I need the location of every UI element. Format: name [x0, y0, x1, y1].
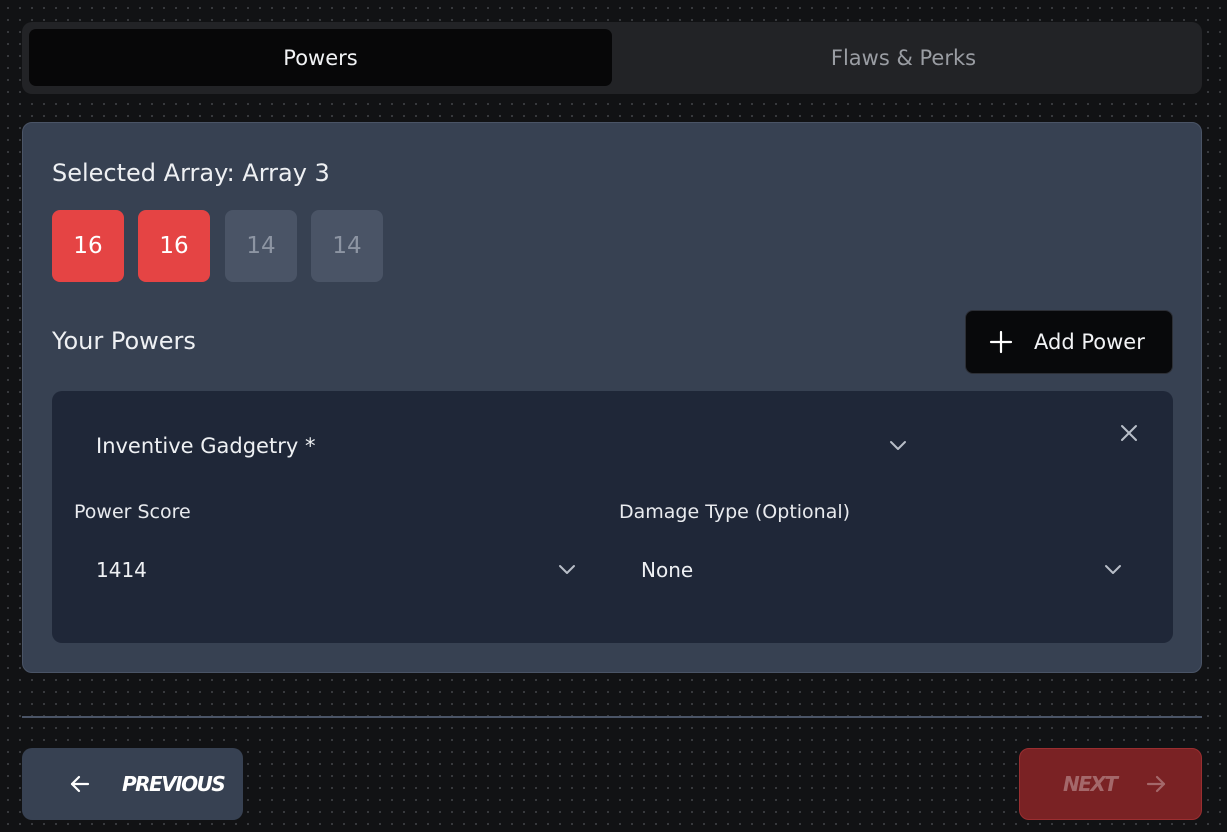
chevron-down-icon	[559, 565, 575, 574]
array-score-chip[interactable]: 14	[311, 210, 383, 282]
power-score-label: Power Score	[74, 501, 191, 523]
damage-type-label: Damage Type (Optional)	[619, 501, 851, 523]
damage-type-select[interactable]: None	[619, 541, 1146, 599]
previous-label: Previous	[122, 772, 226, 796]
damage-type-value: None	[641, 558, 694, 582]
arrow-left-icon	[70, 775, 90, 793]
power-name: Inventive Gadgetry *	[96, 434, 316, 458]
powers-panel: Selected Array: Array 3 16 16 14 14 Your…	[22, 122, 1202, 673]
next-label: Next	[1063, 772, 1118, 796]
next-button[interactable]: Next	[1019, 748, 1202, 820]
your-powers-heading: Your Powers	[52, 327, 196, 355]
power-select[interactable]: Inventive Gadgetry *	[74, 417, 919, 475]
power-score-select[interactable]: 1414	[74, 541, 584, 599]
chevron-down-icon	[1105, 565, 1121, 574]
tab-powers[interactable]: Powers	[29, 29, 612, 86]
power-score-value: 1414	[96, 558, 147, 582]
add-power-label: Add Power	[1034, 330, 1145, 354]
footer-divider	[22, 716, 1202, 718]
add-power-button[interactable]: Add Power	[965, 310, 1173, 374]
plus-icon	[989, 330, 1013, 354]
array-score-chip[interactable]: 14	[225, 210, 297, 282]
previous-button[interactable]: Previous	[22, 748, 243, 820]
array-score-chip[interactable]: 16	[138, 210, 210, 282]
tab-flaws-perks[interactable]: Flaws & Perks	[612, 29, 1195, 86]
array-score-chip[interactable]: 16	[52, 210, 124, 282]
close-icon[interactable]	[1119, 423, 1139, 443]
arrow-right-icon	[1147, 775, 1166, 793]
chevron-down-icon	[890, 441, 906, 450]
tab-bar: Powers Flaws & Perks	[22, 22, 1202, 94]
power-card: Inventive Gadgetry * Power Score 1414 Da…	[52, 391, 1173, 643]
selected-array-title: Selected Array: Array 3	[52, 159, 330, 187]
